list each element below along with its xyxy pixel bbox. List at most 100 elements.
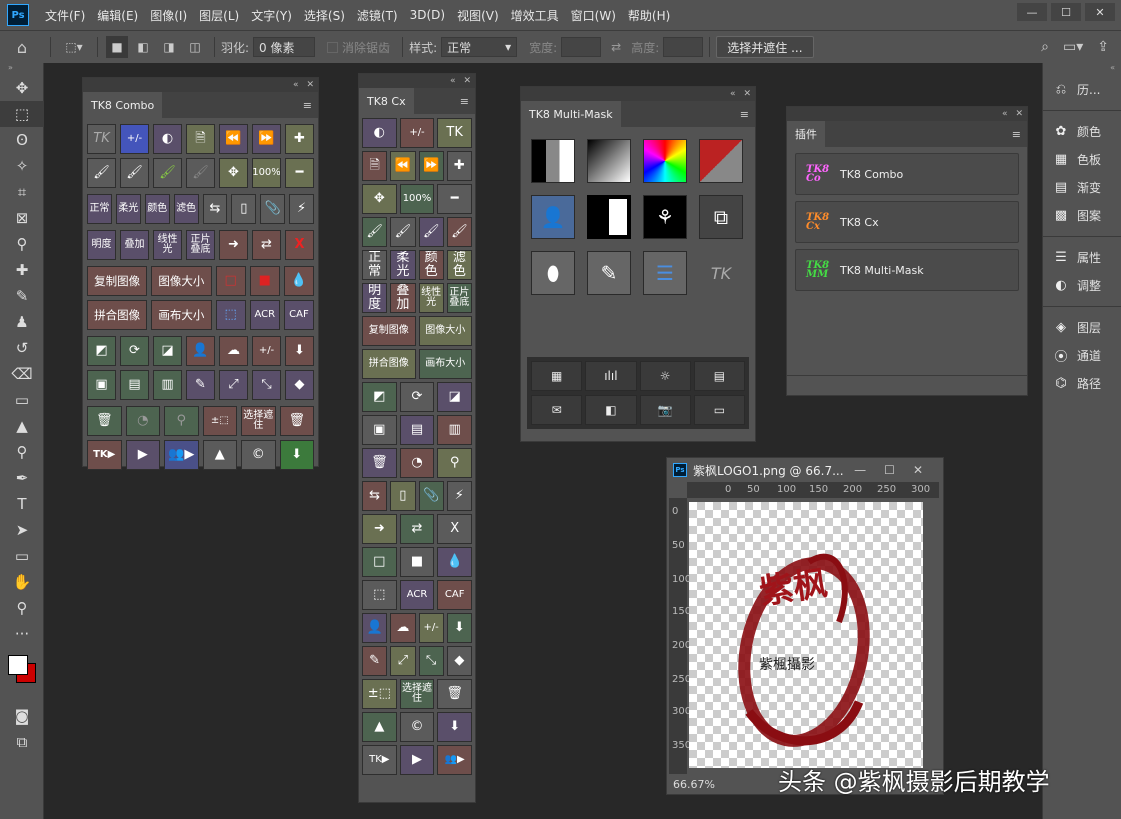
tab-plugins[interactable]: 插件 [787,121,825,147]
menu-image[interactable]: 图像(I) [144,7,193,24]
panel-close-icon[interactable]: ✕ [743,89,751,99]
zoom-100-button[interactable]: 100% [252,158,281,188]
portrait-mask-icon[interactable]: 👤 [531,195,575,239]
cx-button[interactable]: ⟳ [399,382,435,412]
blend-screen-button[interactable]: 滤色 [173,194,199,224]
cx-button[interactable]: ▤ [399,415,435,445]
share-icon[interactable]: ⇪ [1097,39,1109,55]
blend-color-button[interactable]: 颜色 [144,194,170,224]
magic-wand-tool-icon[interactable]: ✧ [0,153,44,179]
brightness-icon[interactable]: ☼ [639,361,691,391]
menu-window[interactable]: 窗口(W) [565,7,622,24]
panel-menu-icon[interactable]: ≡ [1012,128,1021,141]
duplicate-image-button[interactable]: 复制图像 [87,266,148,296]
color-swatches[interactable] [0,647,43,703]
cx-button[interactable]: TK▶ [362,745,397,775]
gradient-mask-icon[interactable] [587,139,631,183]
layer-mask-d-button[interactable]: ▥ [153,370,182,400]
menu-help[interactable]: 帮助(H) [622,7,676,24]
weather-button[interactable]: ☁ [219,336,248,366]
blur-tool-icon[interactable]: ▲ [0,413,44,439]
cx-button[interactable]: ✥ [362,184,397,214]
brush-black-button[interactable]: 🖌 [87,158,116,188]
layer-mask-a-button[interactable]: ◩ [87,336,116,366]
exchange-button[interactable]: ⇄ [252,230,281,260]
red-gray-mask-icon[interactable] [699,139,743,183]
collapse-icon[interactable]: « [730,89,736,99]
layer-mask-b-button[interactable]: ▣ [87,370,116,400]
cx-button[interactable]: ⇆ [362,481,388,511]
flatten-image-button[interactable]: 拼合图像 [87,300,148,330]
cx-button[interactable]: ⚡ [446,481,472,511]
cx-button[interactable]: 选择遮住 [399,679,435,709]
cx-button[interactable]: ⏩ [418,151,444,181]
clone-stamp-tool-icon[interactable]: ♟ [0,309,44,335]
plugin-tk8-combo[interactable]: TK8 Co TK8 Combo [795,153,1019,195]
cx-button[interactable]: ━ [437,184,472,214]
trash-r-button[interactable]: 🗑 [279,406,314,436]
panel-menu-icon[interactable]: ≡ [740,108,749,121]
tab-tk8-multimask[interactable]: TK8 Multi-Mask [521,101,621,127]
close-icon[interactable]: ✕ [1085,3,1115,21]
plus-minus-button[interactable]: +/- [120,124,149,154]
dock-collapse-icon[interactable]: « [1043,63,1121,75]
dock-channels[interactable]: ⦿ 通道 [1043,341,1121,369]
doc-maximize-icon[interactable]: ☐ [884,463,895,477]
select-and-mask-panel-button[interactable]: 选择遮住 [241,406,276,436]
panel-close-icon[interactable]: ✕ [306,80,314,90]
stamp-down-button[interactable]: ⬇ [285,336,314,366]
dock-properties[interactable]: ☰ 属性 [1043,243,1121,271]
import-button[interactable]: ➜ [219,230,248,260]
swap-icon[interactable]: ⇄ [611,40,621,54]
overlap-mask-icon[interactable]: ⧉ [699,195,743,239]
cx-button[interactable]: 💧 [437,547,472,577]
blend-softlight-button[interactable]: 柔光 [115,194,141,224]
dock-layers[interactable]: ◈ 图层 [1043,313,1121,341]
healing-brush-tool-icon[interactable]: ✚ [0,257,44,283]
cx-button[interactable]: ➜ [362,514,397,544]
caf-button[interactable]: CAF [283,300,314,330]
cx-button[interactable]: 正常 [362,250,388,280]
doc-minimize-icon[interactable]: — [854,463,866,477]
camera-icon[interactable]: 📷 [639,394,691,425]
dock-adjustments[interactable]: ◐ 调整 [1043,271,1121,299]
cx-button[interactable]: ◩ [362,382,397,412]
cx-button[interactable]: 图像大小 [418,316,472,346]
brush-tool-icon[interactable]: ✎ [0,283,44,309]
crop-tool-icon[interactable]: ⌗ [0,179,44,205]
collapse-icon[interactable]: « [293,80,299,90]
cx-button[interactable]: 👥▶ [437,745,472,775]
color-range-icon[interactable] [643,139,687,183]
blend-overlay-button[interactable]: 叠加 [120,230,149,260]
mask-invert-button[interactable]: ◪ [153,336,182,366]
rewind-button[interactable]: ⏪ [219,124,248,154]
layer-mask-c-button[interactable]: ▤ [120,370,149,400]
triangle-button[interactable]: ▲ [202,440,237,470]
menu-select[interactable]: 选择(S) [298,7,351,24]
blend-luminosity-button[interactable]: 明度 [87,230,116,260]
intersect-selection-icon[interactable]: ◫ [184,36,206,58]
envelope-icon[interactable]: ✉ [531,394,583,425]
lasso-tool-icon[interactable]: ʘ [0,127,44,153]
history-brush-tool-icon[interactable]: ↺ [0,335,44,361]
canvas-size-button[interactable]: 画布大小 [151,300,212,330]
panel-menu-icon[interactable]: ≡ [460,95,469,108]
dock-gradient[interactable]: ▤ 渐变 [1043,173,1121,201]
doc-close-icon[interactable]: ✕ [913,463,923,477]
cx-button[interactable]: 拼合图像 [362,349,416,379]
dock-history[interactable]: ⎌ 历... [1043,75,1121,103]
panel-close-icon[interactable]: ✕ [463,76,471,86]
type-tool-icon[interactable]: T [0,491,44,517]
cx-button[interactable]: ▥ [437,415,472,445]
cx-button[interactable]: 正片叠底 [446,283,472,313]
zoom-tool-icon[interactable]: ⚲ [0,595,44,621]
add-selection-icon[interactable]: ◧ [132,36,154,58]
cx-button[interactable]: 🖌 [418,217,444,247]
hand-tool-icon[interactable]: ✋ [0,569,44,595]
tulip-mask-icon[interactable]: ⚘ [643,195,687,239]
foreground-color-swatch[interactable] [8,655,28,675]
tab-tk8-cx[interactable]: TK8 Cx [359,88,414,114]
cx-button[interactable]: □ [362,547,397,577]
red-outline-button[interactable]: □ [215,266,246,296]
screen-mode-icon[interactable]: ⧉ [0,729,44,755]
